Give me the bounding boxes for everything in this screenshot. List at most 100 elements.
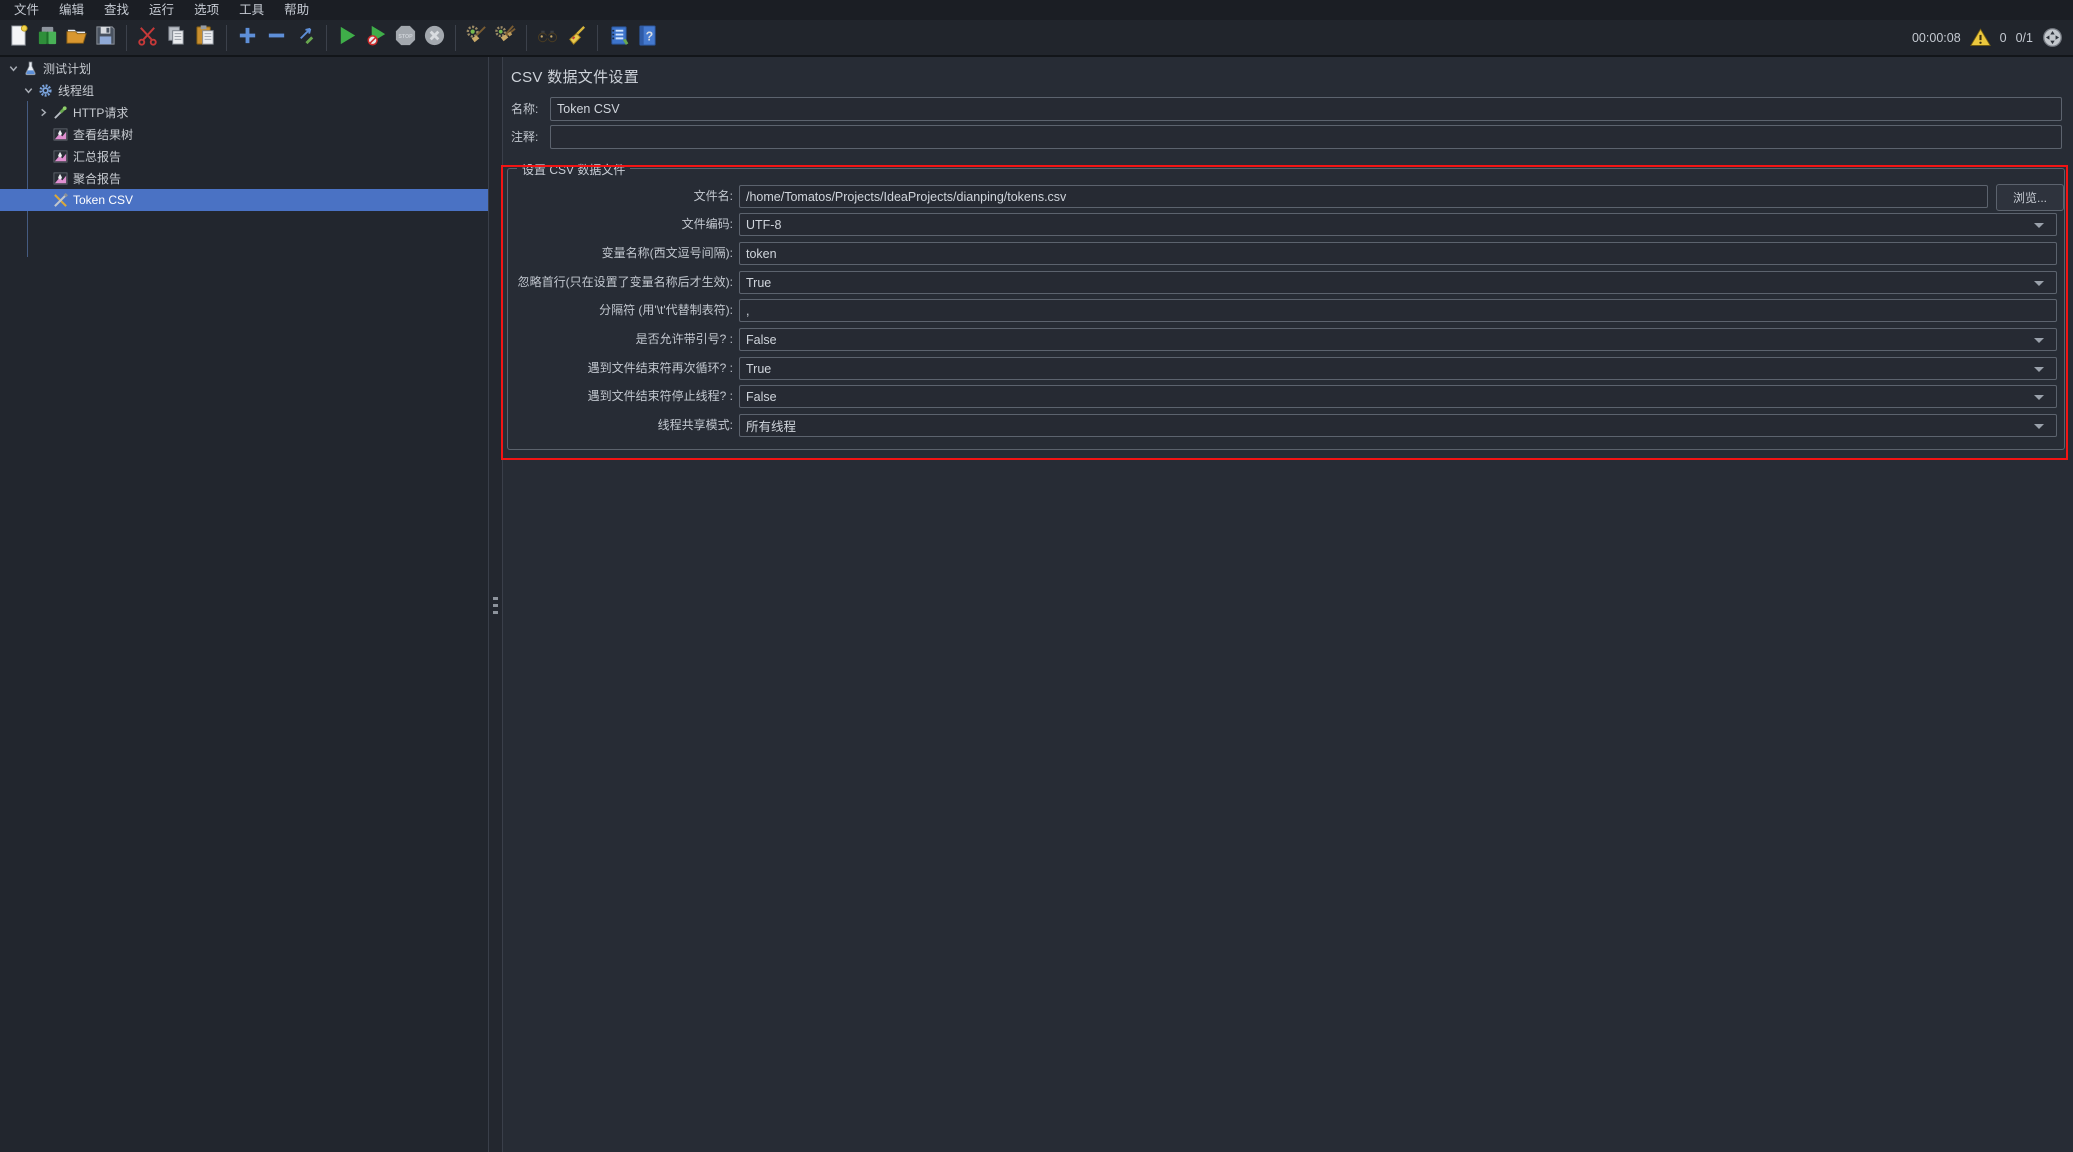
chevron-down-icon[interactable] [6, 62, 21, 74]
filename-input[interactable] [739, 185, 1988, 208]
cut-button[interactable] [133, 22, 162, 53]
file-encoding-label: 文件编码: [509, 213, 733, 236]
chevron-down-icon [2034, 395, 2044, 400]
sharing-mode-value: 所有线程 [746, 416, 796, 435]
new-file-button[interactable] [4, 22, 33, 53]
svg-text:STOP: STOP [398, 33, 413, 39]
toolbar-separator [597, 25, 598, 51]
tree-item-http-request[interactable]: HTTP请求 [0, 101, 488, 123]
thread-count: 0/1 [2016, 31, 2033, 45]
remove-button[interactable] [262, 22, 291, 53]
sharing-mode-label: 线程共享模式: [509, 414, 733, 437]
tree-item-label: HTTP请求 [73, 104, 128, 121]
clear-button[interactable] [462, 22, 491, 53]
menu-options[interactable]: 选项 [184, 0, 229, 20]
ignore-first-line-select[interactable]: True [739, 271, 2057, 294]
sharing-mode-select[interactable]: 所有线程 [739, 414, 2057, 437]
menu-edit[interactable]: 编辑 [49, 0, 94, 20]
toolbar-separator [326, 25, 327, 51]
tree-item-label: 测试计划 [43, 60, 91, 77]
name-input[interactable] [550, 97, 2062, 121]
toolbar-separator [226, 25, 227, 51]
comment-input[interactable] [550, 125, 2062, 149]
variable-names-input[interactable] [739, 242, 2057, 265]
help-button[interactable]: ? [633, 22, 662, 53]
toolbar-separator [526, 25, 527, 51]
tree-item-view-results-tree[interactable]: 查看结果树 [0, 123, 488, 145]
warning-icon[interactable] [1970, 27, 1991, 48]
stop-thread-on-eof-label: 遇到文件结束符停止线程? : [509, 385, 733, 408]
stop-thread-on-eof-select[interactable]: False [739, 385, 2057, 408]
tree-item-label: 线程组 [58, 82, 94, 99]
threads-state-icon [2042, 27, 2063, 48]
comment-label: 注释: [511, 125, 538, 149]
tree-item-aggregate-report[interactable]: 聚合报告 [0, 167, 488, 189]
shutdown-icon [423, 24, 446, 52]
file-encoding-value: UTF-8 [746, 218, 781, 232]
menu-help[interactable]: 帮助 [274, 0, 319, 20]
tree-item-thread-group[interactable]: 线程组 [0, 79, 488, 101]
function-helper-icon [607, 24, 630, 52]
expander-spacer [36, 128, 51, 140]
save-icon [94, 24, 117, 52]
expander-spacer [36, 150, 51, 162]
function-helper-button[interactable] [604, 22, 633, 53]
name-label: 名称: [511, 97, 538, 121]
clear-all-button[interactable] [491, 22, 520, 53]
tree-item-token-csv[interactable]: Token CSV [0, 189, 488, 211]
search-icon [536, 24, 559, 52]
reset-search-icon [565, 24, 588, 52]
warning-count: 0 [2000, 31, 2007, 45]
paste-button[interactable] [191, 22, 220, 53]
browse-button[interactable]: 浏览... [1996, 184, 2064, 211]
paste-icon [194, 24, 217, 52]
file-encoding-select[interactable]: UTF-8 [739, 213, 2057, 236]
reset-search-button[interactable] [562, 22, 591, 53]
menu-run[interactable]: 运行 [139, 0, 184, 20]
save-button[interactable] [91, 22, 120, 53]
listener-chart-icon [51, 170, 69, 186]
chevron-right-icon[interactable] [36, 106, 51, 118]
new-file-icon [7, 24, 30, 52]
panel-splitter[interactable] [488, 57, 503, 1152]
recycle-on-eof-label: 遇到文件结束符再次循环? : [509, 357, 733, 380]
tree-item-summary-report[interactable]: 汇总报告 [0, 145, 488, 167]
chevron-down-icon[interactable] [21, 84, 36, 96]
allow-quoted-label: 是否允许带引号? : [509, 328, 733, 351]
add-button[interactable] [233, 22, 262, 53]
toolbar-status: 00:00:08 0 0/1 [1912, 27, 2063, 48]
splitter-grip-icon[interactable] [493, 597, 498, 618]
clear-icon [465, 24, 488, 52]
allow-quoted-select[interactable]: False [739, 328, 2057, 351]
start-no-timers-button[interactable] [362, 22, 391, 53]
recycle-on-eof-value: True [746, 362, 771, 376]
variable-names-label: 变量名称(西文逗号间隔): [509, 242, 733, 265]
toolbar-separator [126, 25, 127, 51]
open-file-icon [65, 24, 88, 52]
chevron-down-icon [2034, 281, 2044, 286]
menu-tools[interactable]: 工具 [229, 0, 274, 20]
delimiter-input[interactable] [739, 299, 2057, 322]
start-no-timers-icon [365, 24, 388, 52]
menu-file[interactable]: 文件 [4, 0, 49, 20]
groupbox-title: 设置 CSV 数据文件 [517, 161, 630, 178]
templates-icon [36, 24, 59, 52]
allow-quoted-value: False [746, 333, 777, 347]
tree-item-test-plan[interactable]: 测试计划 [0, 57, 488, 79]
copy-button[interactable] [162, 22, 191, 53]
stop-button[interactable]: STOP [391, 22, 420, 53]
cut-icon [136, 24, 159, 52]
menu-search[interactable]: 查找 [94, 0, 139, 20]
templates-button[interactable] [33, 22, 62, 53]
toggle-button[interactable] [291, 22, 320, 53]
search-button[interactable] [533, 22, 562, 53]
toggle-icon [294, 24, 317, 52]
start-button[interactable] [333, 22, 362, 53]
recycle-on-eof-select[interactable]: True [739, 357, 2057, 380]
ignore-first-line-value: True [746, 276, 771, 290]
expander-spacer [36, 194, 51, 206]
stop-icon: STOP [394, 24, 417, 52]
start-icon [336, 24, 359, 52]
open-file-button[interactable] [62, 22, 91, 53]
shutdown-button[interactable] [420, 22, 449, 53]
